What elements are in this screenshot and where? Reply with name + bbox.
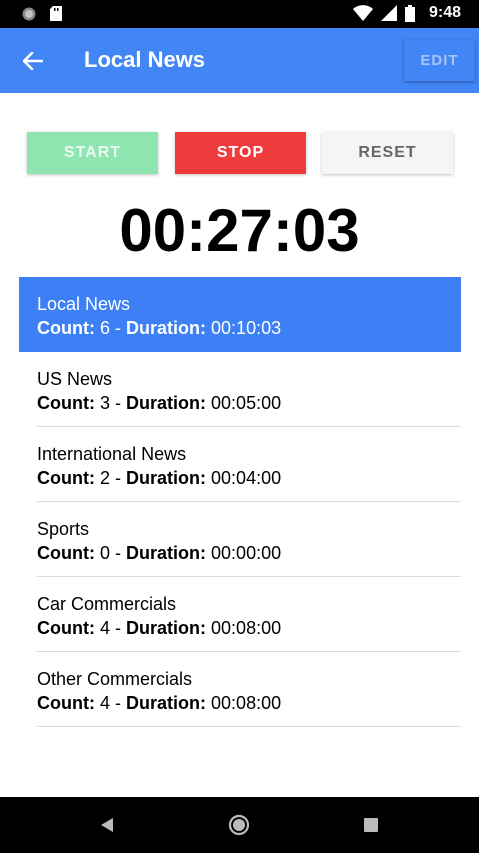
status-time: 9:48: [428, 4, 461, 21]
nav-home-button[interactable]: [224, 811, 254, 839]
signal-icon: [380, 5, 397, 21]
list-item[interactable]: US News Count: 3 - Duration: 00:05:00: [37, 352, 461, 427]
topic-stats: Count: 4 - Duration: 00:08:00: [37, 693, 282, 713]
topic-stats: Count: 3 - Duration: 00:05:00: [37, 393, 282, 413]
topic-name: Local News: [37, 294, 131, 314]
nav-back-button[interactable]: [92, 811, 122, 839]
page-title: Local News: [84, 47, 206, 72]
list-item[interactable]: Sports Count: 0 - Duration: 00:00:00: [37, 502, 461, 577]
home-circle-icon: [228, 814, 250, 836]
triangle-back-icon: [101, 818, 113, 832]
stop-button[interactable]: STOP: [175, 132, 306, 174]
navigation-bar: [0, 797, 479, 853]
topic-list: Local News Count: 6 - Duration: 00:10:03…: [19, 277, 461, 727]
topic-name: US News: [37, 369, 113, 389]
topic-name: Car Commercials: [37, 594, 177, 614]
status-bar: 9:48: [0, 0, 479, 28]
arrow-back-icon: [23, 52, 43, 70]
notification-dot-icon: [22, 7, 36, 20]
battery-icon: [404, 4, 415, 22]
sd-card-icon: [50, 6, 62, 21]
list-item[interactable]: Other Commercials Count: 4 - Duration: 0…: [37, 652, 461, 727]
topic-name: International News: [37, 444, 187, 464]
topic-name: Other Commercials: [37, 669, 193, 689]
app-bar: Local News EDIT: [0, 28, 479, 93]
edit-button[interactable]: EDIT: [404, 40, 475, 81]
topic-stats: Count: 0 - Duration: 00:00:00: [37, 543, 282, 563]
square-recents-icon: [364, 818, 378, 832]
start-button[interactable]: START: [27, 132, 158, 174]
list-item[interactable]: International News Count: 2 - Duration: …: [37, 427, 461, 502]
back-button[interactable]: [18, 46, 48, 76]
topic-stats: Count: 4 - Duration: 00:08:00: [37, 618, 282, 638]
topic-name: Sports: [37, 519, 90, 539]
reset-button[interactable]: RESET: [322, 132, 453, 174]
wifi-icon: [352, 5, 373, 21]
topic-stats: Count: 6 - Duration: 00:10:03: [37, 318, 282, 338]
nav-recents-button[interactable]: [356, 811, 386, 839]
topic-stats: Count: 2 - Duration: 00:04:00: [37, 468, 282, 488]
timer-display: 00:27:03: [119, 197, 360, 264]
list-item[interactable]: Car Commercials Count: 4 - Duration: 00:…: [37, 577, 461, 652]
list-item[interactable]: Local News Count: 6 - Duration: 00:10:03: [19, 277, 461, 352]
